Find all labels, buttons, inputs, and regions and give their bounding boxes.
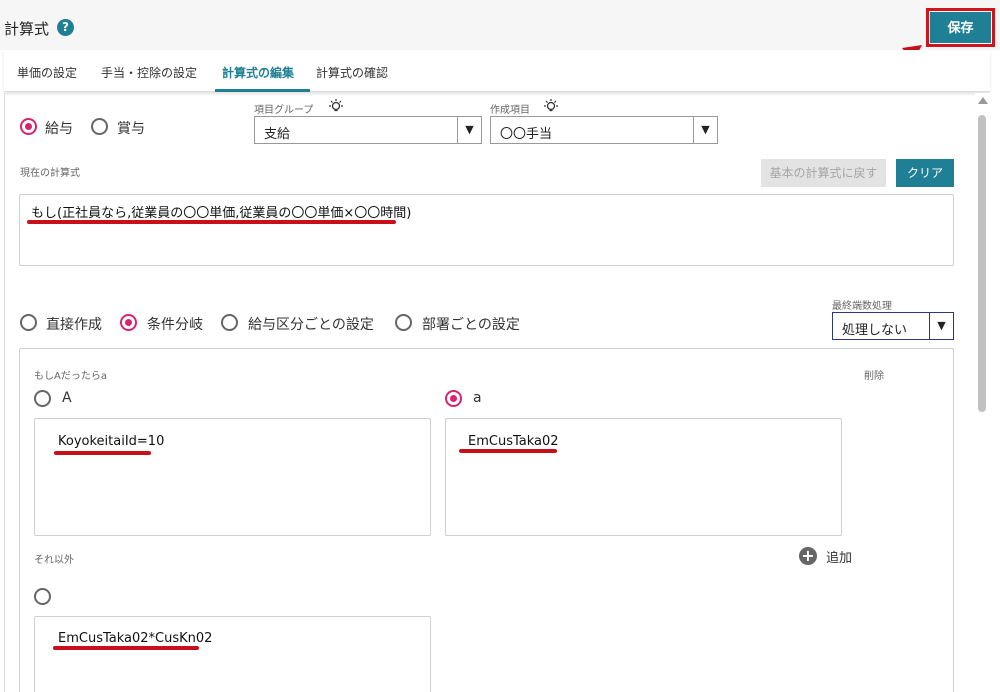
radio-department-label: 部署ごとの設定	[422, 317, 520, 333]
current-formula-text: もし(正社員なら,従業員の〇〇単価,従業員の〇〇単価×〇〇時間)	[31, 206, 412, 221]
creation-item-label: 作成項目	[490, 105, 530, 116]
scroll-up-icon[interactable]	[978, 97, 988, 104]
tab-formula-confirm[interactable]: 計算式の確認	[316, 64, 388, 81]
lightbulb-icon[interactable]	[543, 99, 559, 113]
condition-b-text: EmCusTaka02	[468, 434, 559, 449]
radio-salary-class-label: 給与区分ごとの設定	[248, 317, 374, 333]
else-label: それ以外	[34, 555, 74, 566]
radio-condition-b-label: a	[473, 390, 482, 406]
clear-button[interactable]: クリア	[896, 159, 954, 187]
annotation-underline	[27, 220, 396, 224]
radio-department[interactable]	[395, 314, 412, 331]
radio-salary-class[interactable]	[221, 314, 238, 331]
scrollbar-thumb[interactable]	[978, 115, 986, 412]
condition-a-text: KoyokeitaiId=10	[58, 434, 165, 449]
add-icon[interactable]: +	[799, 547, 817, 565]
item-group-label: 項目グループ	[254, 105, 314, 116]
add-button[interactable]: 追加	[826, 547, 852, 566]
tab-unit-price[interactable]: 単価の設定	[17, 64, 77, 81]
radio-condition-a[interactable]	[34, 390, 51, 407]
radio-bonus[interactable]	[91, 118, 108, 135]
item-group-select[interactable]: 支給 ▼	[254, 116, 482, 144]
chevron-down-icon: ▼	[693, 117, 717, 143]
rounding-select[interactable]: 処理しない ▼	[832, 312, 954, 340]
radio-salary-label: 給与	[45, 121, 73, 137]
chevron-down-icon: ▼	[457, 117, 481, 143]
radio-condition-a-label: A	[62, 390, 72, 406]
page-header: 計算式 ? 保存	[0, 0, 1000, 77]
help-icon[interactable]: ?	[57, 19, 74, 36]
current-formula-label: 現在の計算式	[20, 168, 80, 179]
tab-formula-edit[interactable]: 計算式の編集	[222, 64, 294, 81]
reset-formula-button[interactable]: 基本の計算式に戻す	[761, 159, 886, 187]
else-input[interactable]	[34, 616, 431, 692]
radio-condition-b[interactable]	[445, 390, 462, 407]
annotation-underline	[459, 449, 557, 453]
radio-conditional-label: 条件分岐	[147, 317, 203, 333]
page-title: 計算式	[4, 20, 50, 38]
annotation-underline	[54, 451, 151, 455]
save-button[interactable]: 保存	[930, 12, 991, 43]
active-tab-indicator	[215, 89, 310, 92]
lightbulb-icon[interactable]	[328, 99, 344, 113]
tab-bar: 単価の設定 手当・控除の設定 計算式の編集 計算式の確認	[4, 50, 990, 92]
creation-item-value: 〇〇手当	[500, 127, 553, 142]
radio-else[interactable]	[34, 588, 51, 605]
annotation-underline	[53, 646, 199, 650]
delete-button[interactable]: 削除	[864, 367, 884, 382]
chevron-down-icon: ▼	[929, 313, 953, 339]
creation-item-select[interactable]: 〇〇手当 ▼	[490, 116, 718, 144]
radio-direct[interactable]	[20, 314, 37, 331]
condition-label: もしAだったらa	[34, 371, 107, 382]
rounding-label: 最終端数処理	[832, 301, 892, 312]
radio-direct-label: 直接作成	[46, 317, 102, 333]
radio-bonus-label: 賞与	[117, 121, 145, 137]
radio-conditional[interactable]	[120, 314, 137, 331]
radio-salary[interactable]	[20, 118, 37, 135]
item-group-value: 支給	[264, 127, 291, 142]
rounding-value: 処理しない	[842, 323, 908, 338]
else-text: EmCusTaka02*CusKn02	[58, 631, 213, 646]
tab-allowance-deduction[interactable]: 手当・控除の設定	[101, 64, 197, 81]
